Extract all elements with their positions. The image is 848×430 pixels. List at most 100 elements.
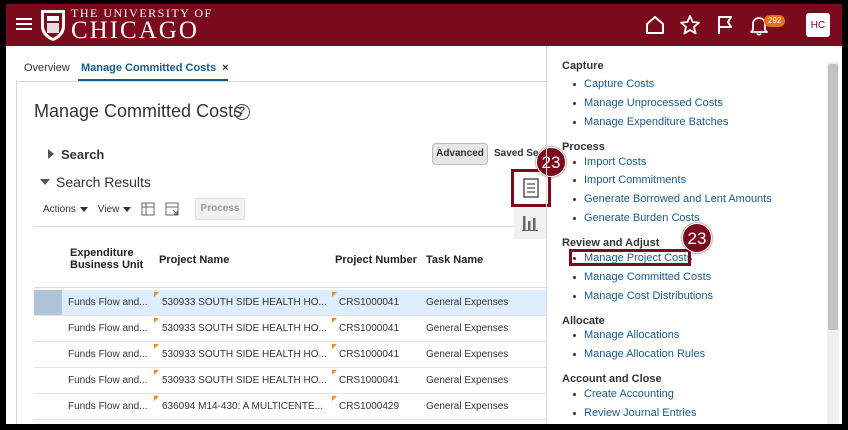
cell-project-name: 636094 M14-430: A MULTICENTE... <box>162 401 324 412</box>
chevron-down-icon <box>123 206 132 212</box>
task-link[interactable]: Review Journal Entries <box>584 407 697 419</box>
section-account-close: Account and Close <box>562 373 662 385</box>
section-allocate: Allocate <box>562 315 605 327</box>
cell-project-number: CRS1000041 <box>339 375 400 386</box>
bullet <box>573 276 576 279</box>
row-selector[interactable] <box>34 316 62 341</box>
task-link[interactable]: Manage Committed Costs <box>584 271 711 283</box>
tab-bar: Overview Manage Committed Costs × <box>16 56 546 82</box>
help-icon[interactable]: ? <box>234 104 250 120</box>
cell-business-unit: Funds Flow and... <box>68 349 148 360</box>
header-text: Business Unit <box>70 259 144 271</box>
cell-project-number: CRS1000041 <box>339 323 400 334</box>
search-section-toggle[interactable]: Search <box>48 147 104 162</box>
row-selector[interactable] <box>34 342 62 367</box>
tab-label: Manage Committed Costs <box>81 62 217 74</box>
search-results-label: Search Results <box>56 174 151 190</box>
flag-icon <box>154 344 159 349</box>
page-title: Manage Committed Costs <box>34 101 243 121</box>
home-icon[interactable] <box>644 14 666 36</box>
task-link[interactable]: Manage Unprocessed Costs <box>584 97 723 109</box>
task-link[interactable]: Manage Cost Distributions <box>584 290 713 302</box>
flag-icon <box>332 292 337 297</box>
flag-icon <box>332 318 337 323</box>
flag-icon <box>332 370 337 375</box>
flag-icon[interactable] <box>714 14 736 36</box>
flag-icon <box>154 318 159 323</box>
table-row[interactable]: Funds Flow and... 530933 SOUTH SIDE HEAL… <box>34 342 546 368</box>
task-link[interactable]: Generate Borrowed and Lent Amounts <box>584 193 772 205</box>
column-header-project-number[interactable]: Project Number <box>335 254 417 266</box>
highlight-box <box>569 249 691 266</box>
bullet <box>573 353 576 356</box>
search-label: Search <box>61 147 105 162</box>
cell-project-name: 530933 SOUTH SIDE HEALTH HO... <box>162 375 327 386</box>
column-header-task-name[interactable]: Task Name <box>426 254 483 266</box>
step-callout: 23 <box>682 223 712 253</box>
bullet <box>573 412 576 415</box>
cell-project-number: CRS1000041 <box>339 349 400 360</box>
tab-overview[interactable]: Overview <box>24 62 70 74</box>
task-link[interactable]: Manage Allocations <box>584 329 679 341</box>
cell-business-unit: Funds Flow and... <box>68 297 148 308</box>
search-results-toggle[interactable]: Search Results <box>40 174 151 190</box>
shield-icon <box>41 10 65 41</box>
task-link[interactable]: Import Costs <box>584 156 646 168</box>
table-row[interactable]: Funds Flow and... 530933 SOUTH SIDE HEAL… <box>34 316 546 342</box>
table-header: Expenditure Business Unit Project Name P… <box>34 226 546 288</box>
column-header-project-name[interactable]: Project Name <box>159 254 229 266</box>
star-icon[interactable] <box>679 14 701 36</box>
close-icon[interactable]: × <box>222 62 228 74</box>
row-selector[interactable] <box>34 368 62 393</box>
freeze-columns-icon[interactable] <box>141 202 155 216</box>
bullet <box>573 217 576 220</box>
bullet <box>573 334 576 337</box>
cell-business-unit: Funds Flow and... <box>68 401 148 412</box>
view-menu[interactable]: View <box>98 204 132 215</box>
cell-business-unit: Funds Flow and... <box>68 375 148 386</box>
scrollbar-thumb[interactable] <box>828 64 838 330</box>
detach-table-icon[interactable] <box>165 202 179 216</box>
collapse-icon <box>40 179 50 185</box>
section-capture: Capture <box>562 60 604 72</box>
column-header-business-unit[interactable]: Expenditure Business Unit <box>70 247 143 271</box>
bullet <box>573 102 576 105</box>
cell-task-name: General Expenses <box>426 349 509 360</box>
tasks-list-icon <box>523 178 539 198</box>
user-avatar[interactable]: HC <box>806 13 830 37</box>
university-logo[interactable]: THE UNIVERSITY OF CHICAGO <box>39 7 213 43</box>
bullet <box>573 121 576 124</box>
task-link[interactable]: Capture Costs <box>584 78 654 90</box>
view-label: View <box>97 203 120 215</box>
advanced-button[interactable]: Advanced <box>432 143 488 165</box>
task-link[interactable]: Import Commitments <box>584 174 686 186</box>
menu-icon[interactable] <box>16 15 32 31</box>
bullet <box>573 393 576 396</box>
table-row[interactable]: Funds Flow and... 530933 SOUTH SIDE HEAL… <box>34 290 546 316</box>
row-selector[interactable] <box>34 394 62 419</box>
top-bar: THE UNIVERSITY OF CHICAGO 292 HC <box>6 4 842 46</box>
chevron-down-icon <box>79 206 88 212</box>
task-link[interactable]: Create Accounting <box>584 388 674 400</box>
table-row[interactable]: Funds Flow and... 636094 M14-430: A MULT… <box>34 394 546 420</box>
bullet <box>573 83 576 86</box>
tab-manage-committed-costs[interactable]: Manage Committed Costs × <box>81 62 229 74</box>
saved-search-label[interactable]: Saved Se <box>494 148 538 159</box>
notification-badge: 292 <box>764 15 786 27</box>
bullet <box>573 198 576 201</box>
process-button: Process <box>195 198 245 220</box>
app-window: THE UNIVERSITY OF CHICAGO 292 HC Overvie… <box>6 4 842 424</box>
section-review-adjust: Review and Adjust <box>562 237 660 249</box>
bullet <box>573 179 576 182</box>
flag-icon <box>332 396 337 401</box>
task-link[interactable]: Manage Allocation Rules <box>584 348 705 360</box>
cell-project-name: 530933 SOUTH SIDE HEALTH HO... <box>162 349 327 360</box>
actions-menu[interactable]: Actions <box>43 204 88 215</box>
bullet <box>573 161 576 164</box>
cell-business-unit: Funds Flow and... <box>68 323 148 334</box>
row-selector[interactable] <box>34 290 62 315</box>
analytics-button[interactable] <box>514 207 546 239</box>
task-link[interactable]: Generate Burden Costs <box>584 212 700 224</box>
task-link[interactable]: Manage Expenditure Batches <box>584 116 728 128</box>
table-row[interactable]: Funds Flow and... 530933 SOUTH SIDE HEAL… <box>34 368 546 394</box>
